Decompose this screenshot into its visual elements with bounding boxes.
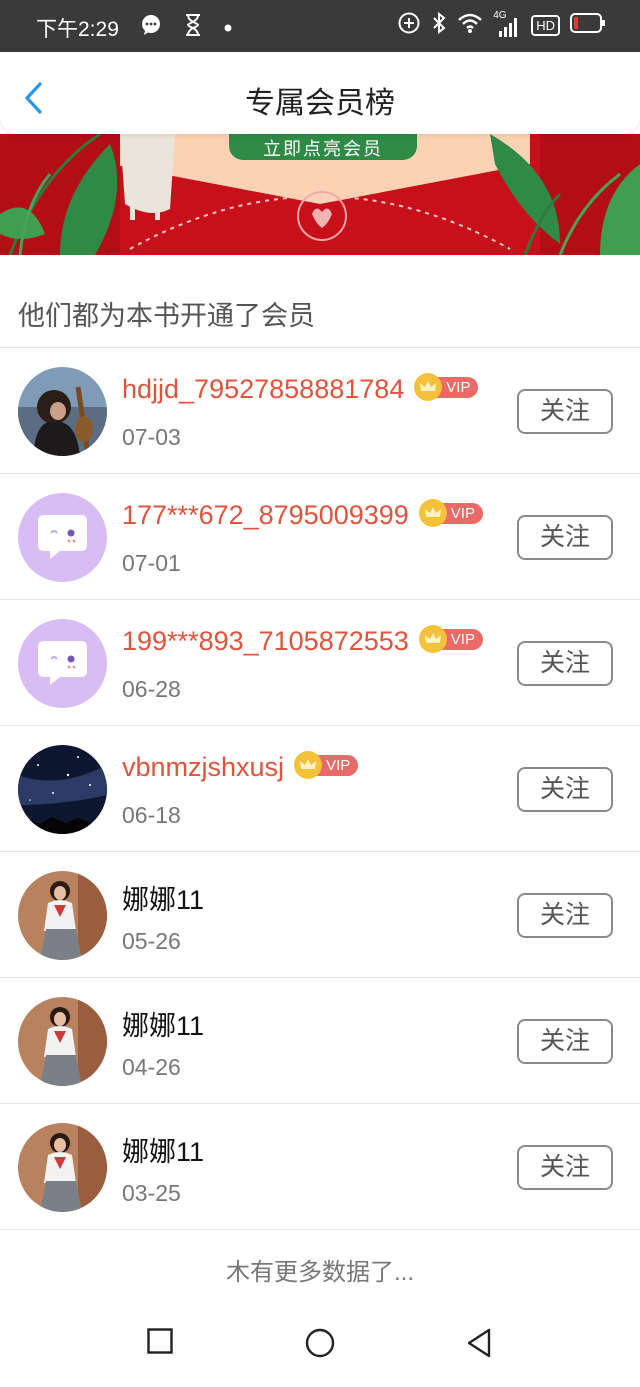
status-time: 下午2:29: [36, 18, 119, 41]
vip-badge: VIP: [414, 373, 479, 401]
member-name[interactable]: vbnmzjshxusj: [122, 752, 284, 783]
member-name[interactable]: 177***672_8795009399: [122, 500, 409, 531]
member-date: 06-18: [122, 802, 181, 828]
no-more-data-text: 木有更多数据了...: [225, 1259, 414, 1286]
crown-icon: [414, 373, 443, 401]
list-item[interactable]: 娜娜11 03-25 关注: [0, 1104, 640, 1230]
member-name[interactable]: 娜娜11: [122, 878, 204, 917]
member-date: 03-25: [122, 1180, 181, 1206]
vip-banner[interactable]: 立即点亮会员: [0, 134, 640, 255]
section-title: 他们都为本书开通了会员: [18, 301, 315, 331]
follow-button[interactable]: 关注: [517, 893, 613, 938]
add-circle-icon: [397, 11, 421, 40]
list-item[interactable]: hdjjd_79527858881784 VIP 07-03 关注: [0, 348, 640, 474]
member-name[interactable]: hdjjd_79527858881784: [122, 374, 404, 405]
hd-icon: HD: [531, 15, 560, 36]
member-date: 05-26: [122, 928, 181, 954]
follow-button[interactable]: 关注: [517, 1145, 613, 1190]
avatar[interactable]: [18, 367, 107, 456]
avatar[interactable]: [18, 997, 107, 1086]
light-up-vip-button[interactable]: 立即点亮会员: [229, 135, 417, 161]
system-nav-bar: [0, 1302, 640, 1387]
bluetooth-icon: [431, 11, 447, 40]
vip-badge: VIP: [418, 625, 483, 653]
vip-badge: VIP: [418, 499, 483, 527]
app-header: 专属会员榜: [0, 52, 640, 134]
member-date: 07-01: [122, 550, 181, 576]
default-chat-avatar-icon: [18, 619, 107, 708]
avatar[interactable]: [18, 493, 107, 582]
battery-low-icon: [570, 12, 606, 39]
follow-button[interactable]: 关注: [517, 641, 613, 686]
list-item[interactable]: 娜娜11 05-26 关注: [0, 852, 640, 978]
member-name[interactable]: 娜娜11: [122, 1004, 204, 1043]
list-item[interactable]: 177***672_8795009399 VIP 07-01 关注: [0, 474, 640, 600]
wifi-icon: [457, 12, 483, 39]
crown-icon: [418, 499, 447, 527]
member-name[interactable]: 199***893_7105872553: [122, 626, 409, 657]
home-circle-icon[interactable]: [305, 1328, 335, 1363]
hourglass-icon: [184, 13, 202, 42]
girl-violin-photo-icon: [18, 367, 107, 456]
girl-uniform-photo-icon: [18, 1123, 107, 1212]
member-list: hdjjd_79527858881784 VIP 07-03 关注 177***…: [0, 347, 640, 1230]
night-sky-photo-icon: [18, 745, 107, 834]
member-name[interactable]: 娜娜11: [122, 1130, 204, 1169]
girl-uniform-photo-icon: [18, 871, 107, 960]
default-chat-avatar-icon: [18, 493, 107, 582]
follow-button[interactable]: 关注: [517, 389, 613, 434]
list-item[interactable]: 199***893_7105872553 VIP 06-28 关注: [0, 600, 640, 726]
back-triangle-icon[interactable]: [466, 1328, 492, 1363]
member-date: 04-26: [122, 1054, 181, 1080]
page-title: 专属会员榜: [245, 87, 395, 120]
dot-icon: [224, 19, 232, 37]
vip-badge: VIP: [294, 751, 359, 779]
avatar[interactable]: [18, 619, 107, 708]
follow-button[interactable]: 关注: [517, 515, 613, 560]
girl-uniform-photo-icon: [18, 997, 107, 1086]
follow-button[interactable]: 关注: [517, 1019, 613, 1064]
follow-button[interactable]: 关注: [517, 767, 613, 812]
status-bar: 下午2:29 4G HD: [0, 0, 640, 52]
crown-icon: [418, 625, 447, 653]
recent-apps-square-icon[interactable]: [147, 1328, 173, 1359]
avatar[interactable]: [18, 871, 107, 960]
signal-4g-icon: 4G: [493, 10, 521, 38]
crown-icon: [294, 751, 323, 779]
list-item[interactable]: 娜娜11 04-26 关注: [0, 978, 640, 1104]
chat-bubble-icon: [140, 14, 162, 41]
member-date: 06-28: [122, 676, 181, 702]
avatar[interactable]: [18, 1123, 107, 1212]
member-date: 07-03: [122, 424, 181, 450]
avatar[interactable]: [18, 745, 107, 834]
list-item[interactable]: vbnmzjshxusj VIP 06-18 关注: [0, 726, 640, 852]
